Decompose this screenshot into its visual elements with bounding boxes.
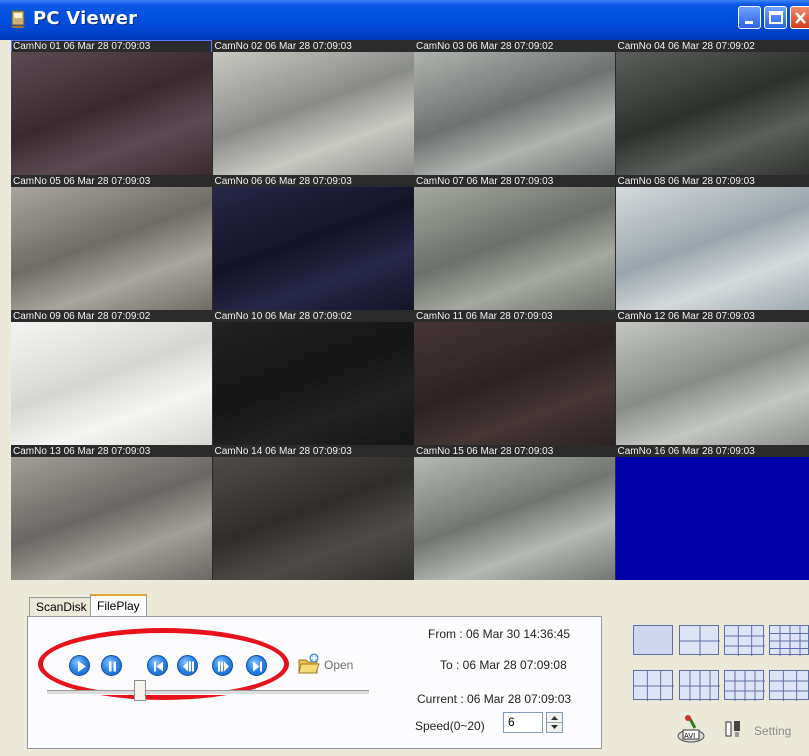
layout-13-button[interactable] bbox=[769, 670, 809, 701]
camera-feed bbox=[615, 187, 809, 310]
playback-slider-thumb[interactable] bbox=[134, 680, 147, 701]
camera-label: CamNo 12 06 Mar 28 07:09:03 bbox=[617, 311, 755, 322]
camera-feed bbox=[414, 457, 615, 580]
camera-tile[interactable]: CamNo 03 06 Mar 28 07:09:02 bbox=[414, 40, 615, 175]
camera-feed bbox=[414, 52, 615, 175]
camera-tile[interactable]: CamNo 12 06 Mar 28 07:09:03 bbox=[615, 310, 809, 445]
camera-tile[interactable]: CamNo 16 06 Mar 28 07:09:03 bbox=[615, 445, 809, 580]
layout-8-icon bbox=[680, 671, 720, 701]
close-button[interactable] bbox=[790, 6, 809, 29]
camera-label: CamNo 14 06 Mar 28 07:09:03 bbox=[214, 446, 352, 457]
camera-tile[interactable]: CamNo 02 06 Mar 28 07:09:03 bbox=[212, 40, 414, 175]
maximize-button[interactable] bbox=[764, 6, 787, 29]
minimize-button[interactable] bbox=[738, 6, 761, 29]
camera-feed bbox=[212, 457, 414, 580]
camera-tile[interactable]: CamNo 06 06 Mar 28 07:09:03 bbox=[212, 175, 414, 310]
setting-label[interactable]: Setting bbox=[754, 724, 791, 738]
camera-label: CamNo 06 06 Mar 28 07:09:03 bbox=[214, 176, 352, 187]
camera-label: CamNo 03 06 Mar 28 07:09:02 bbox=[416, 41, 554, 52]
layout-4x4-icon bbox=[770, 626, 809, 656]
camera-label: CamNo 05 06 Mar 28 07:09:03 bbox=[13, 176, 151, 187]
layout-8-button[interactable] bbox=[679, 670, 720, 701]
avi-export-icon[interactable]: AVI bbox=[675, 714, 707, 744]
camera-feed bbox=[615, 457, 809, 580]
tab-scandisk[interactable]: ScanDisk bbox=[29, 597, 94, 617]
from-time: From : 06 Mar 30 14:36:45 bbox=[428, 627, 571, 641]
layout-10-icon bbox=[725, 671, 765, 701]
layout-6-icon bbox=[634, 671, 674, 701]
speed-label: Speed(0~20) bbox=[415, 719, 485, 733]
camera-tile[interactable]: CamNo 11 06 Mar 28 07:09:03 bbox=[414, 310, 615, 445]
camera-feed bbox=[615, 52, 809, 175]
layout-3x3-icon bbox=[725, 626, 765, 656]
to-time: To : 06 Mar 28 07:09:08 bbox=[440, 658, 567, 672]
speed-input[interactable]: 6 bbox=[503, 712, 543, 733]
camera-tile[interactable]: CamNo 08 06 Mar 28 07:09:03 bbox=[615, 175, 809, 310]
open-label[interactable]: Open bbox=[324, 658, 353, 672]
minimize-icon bbox=[745, 21, 753, 24]
settings-icon[interactable] bbox=[724, 719, 742, 739]
maximize-icon bbox=[769, 11, 783, 24]
camera-feed bbox=[414, 187, 615, 310]
camera-label: CamNo 04 06 Mar 28 07:09:02 bbox=[617, 41, 755, 52]
camera-label: CamNo 13 06 Mar 28 07:09:03 bbox=[13, 446, 151, 457]
camera-label: CamNo 15 06 Mar 28 07:09:03 bbox=[416, 446, 554, 457]
camera-tile[interactable]: CamNo 09 06 Mar 28 07:09:02 bbox=[11, 310, 212, 445]
layout-1x1-icon bbox=[634, 626, 674, 656]
layout-10-button[interactable] bbox=[724, 670, 765, 701]
open-folder-icon[interactable] bbox=[297, 652, 321, 676]
camera-tile[interactable]: CamNo 15 06 Mar 28 07:09:03 bbox=[414, 445, 615, 580]
layout-6-button[interactable] bbox=[633, 670, 674, 701]
current-time: Current : 06 Mar 28 07:09:03 bbox=[417, 692, 572, 706]
playback-slider-track[interactable] bbox=[47, 690, 369, 695]
camera-label: CamNo 09 06 Mar 28 07:09:02 bbox=[13, 311, 151, 322]
camera-label: CamNo 10 06 Mar 28 07:09:02 bbox=[214, 311, 352, 322]
title-bar: PC Viewer bbox=[0, 0, 809, 40]
camera-tile[interactable]: CamNo 13 06 Mar 28 07:09:03 bbox=[11, 445, 212, 580]
camera-tile[interactable]: CamNo 14 06 Mar 28 07:09:03 bbox=[212, 445, 414, 580]
camera-label: CamNo 16 06 Mar 28 07:09:03 bbox=[617, 446, 755, 457]
camera-tile[interactable]: CamNo 10 06 Mar 28 07:09:02 bbox=[212, 310, 414, 445]
camera-tile[interactable]: CamNo 05 06 Mar 28 07:09:03 bbox=[11, 175, 212, 310]
camera-feed bbox=[11, 322, 212, 445]
close-icon bbox=[795, 12, 806, 24]
camera-feed bbox=[615, 322, 809, 445]
app-icon bbox=[11, 10, 25, 28]
camera-label: CamNo 02 06 Mar 28 07:09:03 bbox=[214, 41, 352, 52]
camera-label: CamNo 07 06 Mar 28 07:09:03 bbox=[416, 176, 554, 187]
camera-feed bbox=[212, 52, 414, 175]
layout-2x2-icon bbox=[680, 626, 720, 656]
speed-spinner[interactable] bbox=[546, 712, 563, 733]
camera-tile[interactable]: CamNo 01 06 Mar 28 07:09:03 bbox=[11, 40, 212, 175]
camera-label: CamNo 11 06 Mar 28 07:09:03 bbox=[416, 311, 553, 322]
layout-1x1-button[interactable] bbox=[633, 625, 673, 655]
camera-feed bbox=[212, 187, 414, 310]
layout-4x4-button[interactable] bbox=[769, 625, 809, 656]
spinner-arrows-icon bbox=[547, 716, 562, 729]
layout-13-icon bbox=[770, 671, 809, 701]
tab-fileplay[interactable]: FilePlay bbox=[90, 594, 147, 617]
camera-feed bbox=[414, 322, 615, 445]
camera-feed bbox=[11, 52, 212, 175]
window-title: PC Viewer bbox=[33, 8, 138, 29]
camera-tile[interactable]: CamNo 07 06 Mar 28 07:09:03 bbox=[414, 175, 615, 310]
svg-text:AVI: AVI bbox=[684, 732, 695, 740]
camera-label: CamNo 08 06 Mar 28 07:09:03 bbox=[617, 176, 755, 187]
layout-3x3-button[interactable] bbox=[724, 625, 765, 656]
camera-feed bbox=[11, 187, 212, 310]
camera-feed bbox=[212, 322, 414, 445]
camera-grid: CamNo 01 06 Mar 28 07:09:03 CamNo 02 06 M… bbox=[11, 40, 809, 580]
camera-feed bbox=[11, 457, 212, 580]
layout-2x2-button[interactable] bbox=[679, 625, 720, 656]
camera-label: CamNo 01 06 Mar 28 07:09:03 bbox=[13, 41, 151, 52]
camera-tile[interactable]: CamNo 04 06 Mar 28 07:09:02 bbox=[615, 40, 809, 175]
